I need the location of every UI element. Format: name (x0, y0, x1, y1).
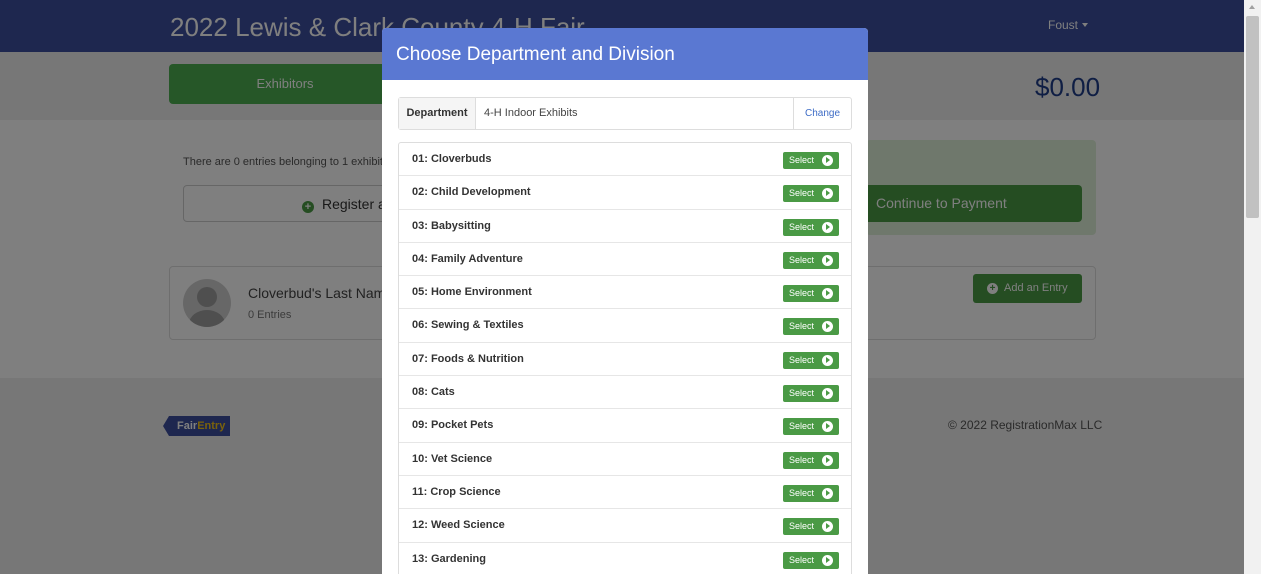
arrow-right-circle-icon (822, 354, 833, 366)
division-row: 11: Crop Science Select (399, 476, 851, 510)
scroll-up-arrow-icon[interactable] (1244, 0, 1261, 14)
select-label: Select (789, 254, 815, 265)
division-row: 13: Gardening Select (399, 543, 851, 574)
arrow-right-circle-icon (822, 288, 833, 300)
arrow-right-circle-icon (822, 321, 833, 333)
division-row: 12: Weed Science Select (399, 509, 851, 543)
arrow-right-circle-icon (822, 188, 833, 200)
select-label: Select (789, 454, 815, 465)
division-name: 12: Weed Science (412, 519, 505, 532)
division-row: 06: Sewing & Textiles Select (399, 309, 851, 343)
department-value: 4-H Indoor Exhibits (484, 107, 578, 119)
select-division-button[interactable]: Select (783, 351, 839, 369)
arrow-right-circle-icon (822, 254, 833, 266)
division-row: 09: Pocket Pets Select (399, 409, 851, 443)
division-name: 07: Foods & Nutrition (412, 352, 524, 365)
division-name: 02: Child Development (412, 186, 531, 199)
division-name: 09: Pocket Pets (412, 419, 494, 432)
division-name: 05: Home Environment (412, 286, 532, 299)
division-name: 06: Sewing & Textiles (412, 319, 524, 332)
select-label: Select (789, 221, 815, 232)
select-label: Select (789, 188, 815, 199)
select-division-button[interactable]: Select (783, 451, 839, 469)
select-division-button[interactable]: Select (783, 318, 839, 336)
division-row: 10: Vet Science Select (399, 443, 851, 476)
select-division-button[interactable]: Select (783, 518, 839, 536)
division-name: 04: Family Adventure (412, 252, 523, 265)
division-row: 05: Home Environment Select (399, 276, 851, 310)
select-division-button[interactable]: Select (783, 218, 839, 236)
arrow-right-circle-icon (822, 487, 833, 499)
division-name: 11: Crop Science (412, 485, 501, 498)
select-label: Select (789, 155, 815, 165)
arrow-right-circle-icon (822, 421, 833, 433)
division-row: 02: Child Development Select (399, 176, 851, 210)
department-bar: Department 4-H Indoor Exhibits Change (398, 97, 852, 130)
page-scrollbar[interactable] (1244, 0, 1261, 574)
division-row: 03: Babysitting Select (399, 210, 851, 243)
select-label: Select (789, 388, 815, 399)
select-label: Select (789, 521, 815, 532)
select-label: Select (789, 487, 815, 498)
scrollbar-thumb[interactable] (1246, 16, 1259, 218)
division-row: 04: Family Adventure Select (399, 243, 851, 277)
select-label: Select (789, 421, 815, 432)
arrow-right-circle-icon (822, 554, 833, 566)
arrow-right-circle-icon (822, 454, 833, 466)
select-division-button[interactable]: Select (783, 551, 839, 569)
select-label: Select (789, 321, 815, 332)
department-label: Department (399, 98, 476, 129)
select-division-button[interactable]: Select (783, 185, 839, 203)
arrow-right-circle-icon (822, 221, 833, 233)
select-label: Select (789, 354, 815, 365)
select-label: Select (789, 554, 815, 565)
select-division-button[interactable]: Select (783, 385, 839, 403)
division-list: 01: Cloverbuds Select 02: Child Developmen… (398, 142, 852, 574)
division-row: 07: Foods & Nutrition Select (399, 343, 851, 377)
division-name: 03: Babysitting (412, 219, 491, 232)
division-name: 01: Cloverbuds (412, 153, 492, 165)
select-division-button[interactable]: Select (783, 152, 839, 169)
division-name: 10: Vet Science (412, 452, 493, 465)
select-division-button[interactable]: Select (783, 251, 839, 269)
division-row: 08: Cats Select (399, 376, 851, 410)
division-name: 08: Cats (412, 386, 455, 399)
division-row: 01: Cloverbuds Select (399, 143, 851, 177)
modal-title: Choose Department and Division (382, 28, 868, 80)
choose-division-modal: Choose Department and Division Departmen… (382, 28, 868, 574)
division-name: 13: Gardening (412, 552, 486, 565)
select-division-button[interactable]: Select (783, 418, 839, 436)
select-division-button[interactable]: Select (783, 285, 839, 303)
arrow-right-circle-icon (822, 155, 833, 166)
arrow-right-circle-icon (822, 388, 833, 400)
change-department-link[interactable]: Change (793, 98, 851, 129)
select-label: Select (789, 288, 815, 299)
select-division-button[interactable]: Select (783, 484, 839, 502)
arrow-right-circle-icon (822, 521, 833, 533)
